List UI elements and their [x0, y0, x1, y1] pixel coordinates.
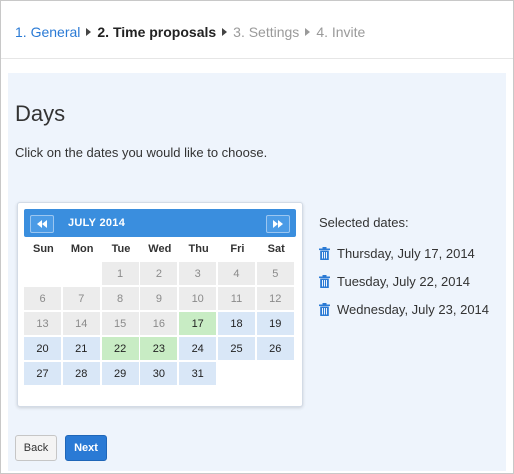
- double-chevron-left-icon: [42, 220, 47, 228]
- calendar-day: 4: [217, 262, 255, 285]
- previous-month-button[interactable]: [30, 215, 54, 233]
- selected-date-item: Thursday, July 17, 2014: [319, 239, 489, 267]
- calendar-header: JULY 2014: [24, 209, 296, 237]
- selected-date-label: Thursday, July 17, 2014: [337, 245, 475, 261]
- trash-icon[interactable]: [319, 302, 330, 316]
- calendar-day[interactable]: 27: [24, 362, 61, 385]
- calendar-day-selected[interactable]: 22: [101, 337, 139, 360]
- selected-date-item: Tuesday, July 22, 2014: [319, 267, 489, 295]
- weekday-label: Thu: [188, 243, 209, 255]
- calendar-day: 16: [140, 312, 178, 335]
- calendar-day[interactable]: 31: [179, 362, 217, 385]
- selected-date-label: Tuesday, July 22, 2014: [337, 273, 470, 289]
- weekday-label: Wed: [148, 243, 172, 255]
- calendar-day[interactable]: 21: [62, 337, 100, 360]
- calendar-day: 13: [24, 312, 61, 335]
- calendar-day: 7: [62, 287, 100, 310]
- calendar-day[interactable]: 28: [62, 362, 100, 385]
- step-general-label[interactable]: 1. General: [15, 23, 80, 41]
- calendar-day: 3: [179, 262, 217, 285]
- calendar-day: 12: [256, 287, 294, 310]
- calendar-day[interactable]: 24: [179, 337, 217, 360]
- calendar-empty-cell: [24, 262, 61, 285]
- step-time-proposals: 2. Time proposals: [97, 23, 228, 41]
- calendar-day[interactable]: 20: [24, 337, 61, 360]
- caret-right-icon: [222, 28, 228, 36]
- calendar-day[interactable]: 19: [256, 312, 294, 335]
- back-button[interactable]: Back: [15, 435, 57, 461]
- selected-date-item: Wednesday, July 23, 2014: [319, 295, 489, 323]
- time-proposals-panel: Days Click on the dates you would like t…: [8, 73, 506, 471]
- date-picker: JULY 2014 Sun Mon Tue Wed Thu Fri Sat 12…: [17, 202, 303, 407]
- step-settings: 3. Settings: [233, 23, 311, 41]
- calendar-day[interactable]: 29: [101, 362, 139, 385]
- step-settings-label: 3. Settings: [233, 24, 300, 40]
- trash-icon[interactable]: [319, 274, 330, 288]
- double-chevron-right-icon: [278, 220, 283, 228]
- step-invite: 4. Invite: [316, 23, 365, 41]
- caret-right-icon: [305, 28, 311, 36]
- calendar-day: 15: [101, 312, 139, 335]
- weekday-label: Mon: [70, 243, 94, 255]
- calendar-day: 9: [140, 287, 178, 310]
- calendar-day[interactable]: 30: [140, 362, 178, 385]
- calendar-day: 2: [140, 262, 178, 285]
- calendar-day: 10: [179, 287, 217, 310]
- calendar-day[interactable]: 25: [217, 337, 255, 360]
- weekday-label: Tue: [111, 243, 131, 255]
- step-invite-label: 4. Invite: [316, 24, 366, 40]
- next-month-button[interactable]: [266, 215, 290, 233]
- calendar-empty-cell: [218, 362, 255, 385]
- weekday-header: Sun Mon Tue Wed Thu Fri Sat: [24, 243, 296, 255]
- weekday-label: Sun: [33, 243, 54, 255]
- selected-dates-title: Selected dates:: [319, 215, 409, 230]
- page-title: Days: [15, 101, 66, 126]
- calendar-grid: 1 2 3 4 5 6 7 8 9 10 11 12 13 14 15 16 17 18 19 20 21 22 23 24 2…: [24, 262, 294, 385]
- step-general[interactable]: 1. General: [15, 23, 92, 41]
- selected-dates-list: Thursday, July 17, 2014 Tuesday, July 22…: [319, 239, 489, 323]
- calendar-empty-cell: [257, 362, 294, 385]
- calendar-day: 6: [24, 287, 61, 310]
- calendar-day: 5: [256, 262, 294, 285]
- instructions-text: Click on the dates you would like to cho…: [15, 145, 268, 160]
- caret-right-icon: [86, 28, 92, 36]
- step-time-proposals-label: 2. Time proposals: [97, 24, 217, 40]
- calendar-day[interactable]: 18: [217, 312, 255, 335]
- calendar-day-selected[interactable]: 17: [179, 312, 217, 335]
- selected-date-label: Wednesday, July 23, 2014: [337, 301, 490, 317]
- calendar-day: 1: [101, 262, 139, 285]
- calendar-day: 8: [101, 287, 139, 310]
- wizard-steps: 1. General 2. Time proposals 3. Settings…: [15, 23, 371, 41]
- calendar-day-selected[interactable]: 23: [140, 337, 178, 360]
- weekday-label: Sat: [267, 243, 285, 255]
- weekday-label: Fri: [230, 243, 245, 255]
- trash-icon[interactable]: [319, 246, 330, 260]
- calendar-day: 14: [62, 312, 100, 335]
- next-button[interactable]: Next: [65, 435, 107, 461]
- calendar-empty-cell: [63, 262, 100, 285]
- calendar-day[interactable]: 26: [256, 337, 294, 360]
- calendar-day: 11: [217, 287, 255, 310]
- month-label: JULY 2014: [68, 217, 126, 229]
- divider: [1, 58, 513, 59]
- wizard-window: 1. General 2. Time proposals 3. Settings…: [0, 0, 514, 474]
